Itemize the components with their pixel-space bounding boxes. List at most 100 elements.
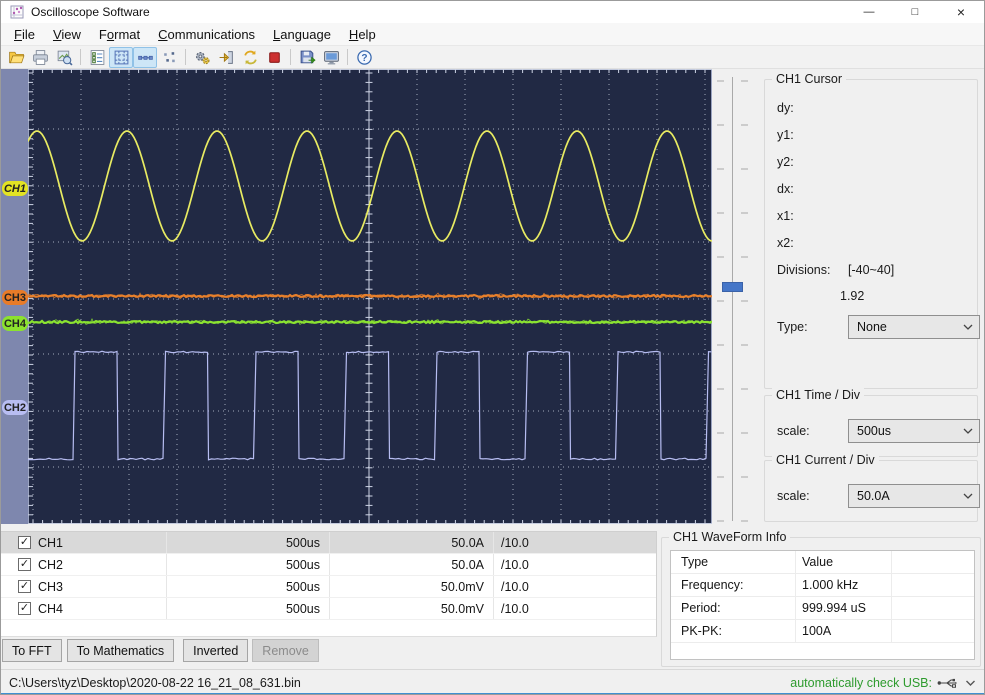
info-header-type: Type (681, 555, 709, 569)
to-mathematics-button[interactable]: To Mathematics (66, 639, 175, 662)
time-scale-select[interactable]: 500us (848, 419, 980, 443)
dots-display-icon[interactable] (133, 46, 157, 68)
channel-scale: 50.0A (329, 532, 493, 553)
cursor-type-select[interactable]: None (848, 315, 980, 339)
chevron-down-icon[interactable] (965, 678, 976, 688)
app-icon (10, 5, 24, 19)
divisions-label: Divisions: (777, 263, 831, 277)
cursor-field-x1: x1: (777, 209, 794, 223)
current-scale-label: scale: (777, 489, 810, 503)
checkbox-ch1[interactable]: ✓ (18, 536, 31, 549)
svg-text:?: ? (361, 53, 367, 64)
status-bar: C:\Users\tyz\Desktop\2020-08-22 16_21_08… (1, 669, 984, 694)
minimize-button[interactable]: — (846, 1, 892, 23)
channel-name: CH2 (38, 557, 64, 572)
menu-help[interactable]: Help (340, 25, 385, 44)
usb-status-label: automatically check USB: (790, 676, 932, 690)
channel-scale: 50.0mV (329, 598, 493, 619)
help-icon[interactable]: ? (352, 47, 376, 68)
info-value: 100A (795, 620, 891, 642)
channel-scale: 50.0A (329, 554, 493, 575)
info-value: 999.994 uS (795, 597, 891, 619)
stop-icon[interactable] (262, 47, 286, 68)
right-panel: CH1 Cursor dy: y1: y2: dx: x1: x2: Divisions:… (756, 69, 984, 529)
channel-time: 500us (166, 554, 329, 575)
window-title: Oscilloscope Software (31, 5, 150, 19)
time-div-title: CH1 Time / Div (772, 388, 865, 402)
info-type: Frequency: (681, 578, 744, 592)
menu-language[interactable]: Language (264, 25, 340, 44)
channel-tag-ch4[interactable]: CH4 (2, 316, 28, 331)
channel-name: CH4 (38, 601, 64, 616)
save-data-icon[interactable] (295, 47, 319, 68)
channel-time: 500us (166, 576, 329, 597)
title-bar: Oscilloscope Software — □ × (1, 1, 984, 23)
info-row: PK-PK: 100A (671, 620, 974, 643)
inverted-button[interactable]: Inverted (183, 639, 249, 662)
table-row-ch3[interactable]: ✓ CH3 500us 50.0mV/10.0 (1, 576, 656, 598)
divisions-value: 1.92 (840, 289, 865, 303)
points-display-icon[interactable] (157, 47, 181, 68)
current-scale-value: 50.0A (857, 489, 890, 503)
grid-display-icon[interactable] (109, 46, 133, 68)
to-fft-button[interactable]: To FFT (2, 639, 62, 662)
settings-gears-icon[interactable] (190, 47, 214, 68)
toolbar-separator (347, 49, 348, 65)
waveform-info-groupbox: CH1 WaveForm Info Type Value Frequency: 1.0… (661, 530, 981, 667)
open-icon[interactable] (4, 47, 28, 68)
connect-device-icon[interactable] (214, 47, 238, 68)
screen-capture-icon[interactable] (319, 47, 343, 68)
chevron-down-icon (963, 493, 973, 499)
channel-probe: /10.0 (493, 532, 656, 553)
print-icon[interactable] (28, 47, 52, 68)
slider-handle[interactable] (722, 282, 743, 292)
channel-tag-ch1[interactable]: CH1 (2, 181, 28, 196)
checkbox-ch3[interactable]: ✓ (18, 580, 31, 593)
waveform-info-table: Type Value Frequency: 1.000 kHz Period: 999.9… (670, 550, 975, 660)
file-path: C:\Users\tyz\Desktop\2020-08-22 16_21_08… (9, 676, 301, 690)
channel-label-strip: CH1 CH3 CH4 CH2 (1, 69, 28, 524)
info-row: Period: 999.994 uS (671, 597, 974, 620)
channel-tag-ch2[interactable]: CH2 (2, 400, 28, 415)
info-value: 1.000 kHz (795, 574, 891, 596)
current-scale-select[interactable]: 50.0A (848, 484, 980, 508)
toolbar-separator (185, 49, 186, 65)
time-div-groupbox: CH1 Time / Div scale: 500us (764, 388, 980, 457)
maximize-button[interactable]: □ (892, 1, 938, 23)
checkbox-ch2[interactable]: ✓ (18, 558, 31, 571)
channel-name: CH3 (38, 579, 64, 594)
scope-display[interactable] (28, 69, 712, 524)
info-type: PK-PK: (681, 624, 722, 638)
print-preview-icon[interactable] (52, 47, 76, 68)
menu-bar: File View Format Communications Language Help (1, 23, 984, 46)
channel-list-icon[interactable] (85, 47, 109, 68)
info-header-value: Value (795, 551, 891, 573)
cursor-field-dy: dy: (777, 101, 794, 115)
vertical-position-slider (712, 69, 756, 529)
table-row-ch2[interactable]: ✓ CH2 500us 50.0A/10.0 (1, 554, 656, 576)
cursor-type-value: None (857, 320, 887, 334)
menu-communications[interactable]: Communications (149, 25, 264, 44)
close-button[interactable]: × (938, 1, 984, 23)
info-type: Period: (681, 601, 721, 615)
usb-icon (937, 678, 957, 688)
time-scale-value: 500us (857, 424, 892, 438)
chevron-down-icon (963, 324, 973, 330)
table-row-ch1[interactable]: ✓ CH1 500us 50.0A/10.0 (1, 532, 656, 554)
channel-tag-ch3[interactable]: CH3 (2, 290, 28, 305)
menu-file[interactable]: File (5, 25, 44, 44)
channel-time: 500us (166, 532, 329, 553)
channel-table: ✓ CH1 500us 50.0A/10.0 ✓ CH2 500us 50.0A/10.0 ✓ C… (1, 531, 657, 637)
action-button-row: To FFT To Mathematics Inverted Remove (1, 639, 323, 663)
app-window: Oscilloscope Software — □ × File View Form… (0, 0, 985, 695)
waveform-info-title: CH1 WaveForm Info (669, 530, 791, 544)
time-scale-label: scale: (777, 424, 810, 438)
chevron-down-icon (963, 428, 973, 434)
refresh-icon[interactable] (238, 47, 262, 68)
cursor-field-x2: x2: (777, 236, 794, 250)
menu-view[interactable]: View (44, 25, 90, 44)
checkbox-ch4[interactable]: ✓ (18, 602, 31, 615)
channel-probe: /10.0 (493, 576, 656, 597)
table-row-ch4[interactable]: ✓ CH4 500us 50.0mV/10.0 (1, 598, 656, 620)
menu-format[interactable]: Format (90, 25, 149, 44)
